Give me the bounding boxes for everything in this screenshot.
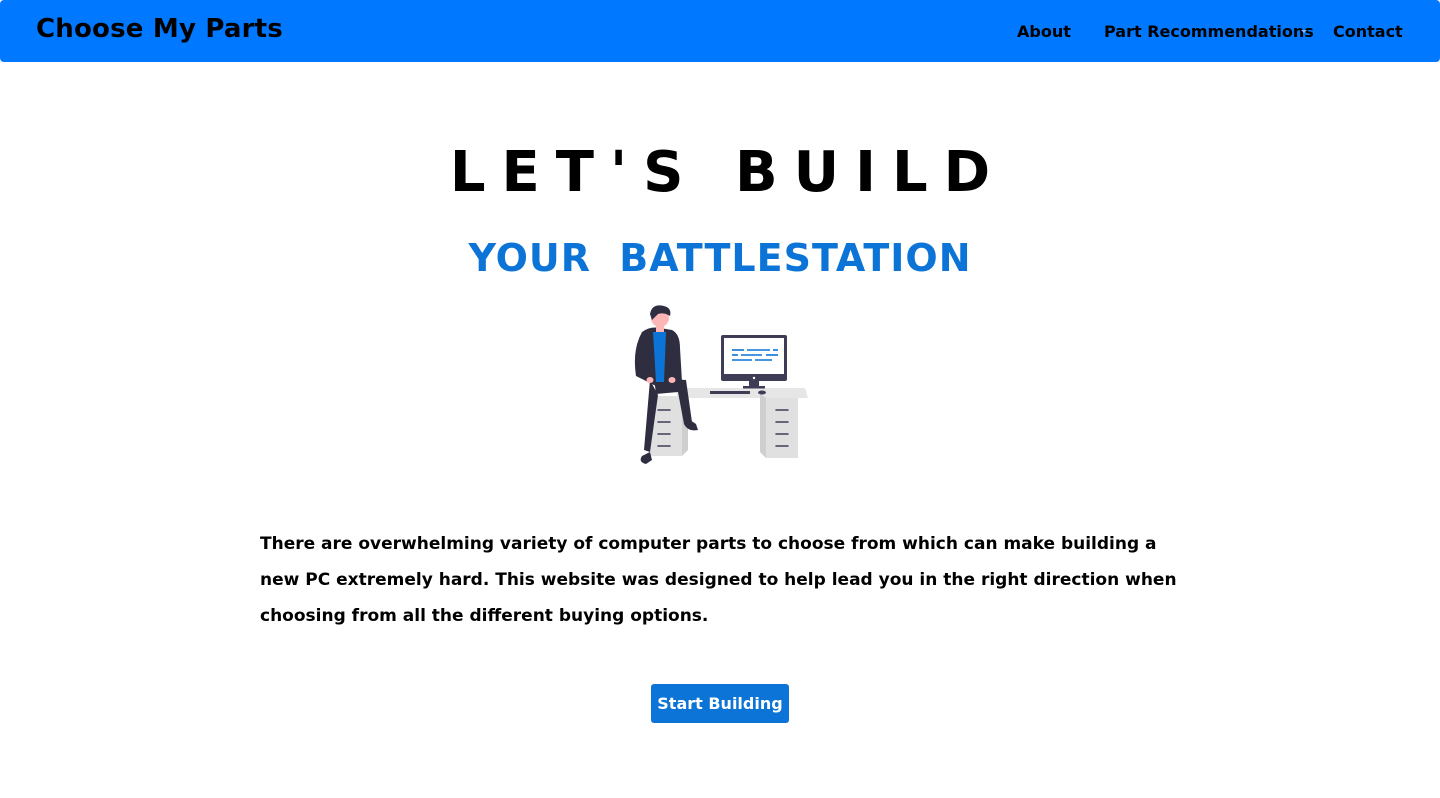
- caret-down-icon[interactable]: [1301, 30, 1307, 33]
- hero-title: LET'S BUILD: [449, 140, 1007, 205]
- nav-link-contact[interactable]: Contact: [1333, 22, 1403, 41]
- top-navbar: Choose My Parts About Part Recommendatio…: [0, 0, 1440, 62]
- person-at-desk-illustration: [634, 305, 808, 464]
- brand-logo-link[interactable]: Choose My Parts: [36, 14, 283, 44]
- hero-subtitle: YOUR BATTLESTATION: [468, 236, 972, 280]
- intro-paragraph: There are overwhelming variety of comput…: [260, 534, 1177, 626]
- nav-link-about[interactable]: About: [1017, 22, 1071, 41]
- start-building-button[interactable]: Start Building: [651, 684, 789, 723]
- nav-link-part-recommendations[interactable]: Part Recommendations: [1104, 22, 1314, 41]
